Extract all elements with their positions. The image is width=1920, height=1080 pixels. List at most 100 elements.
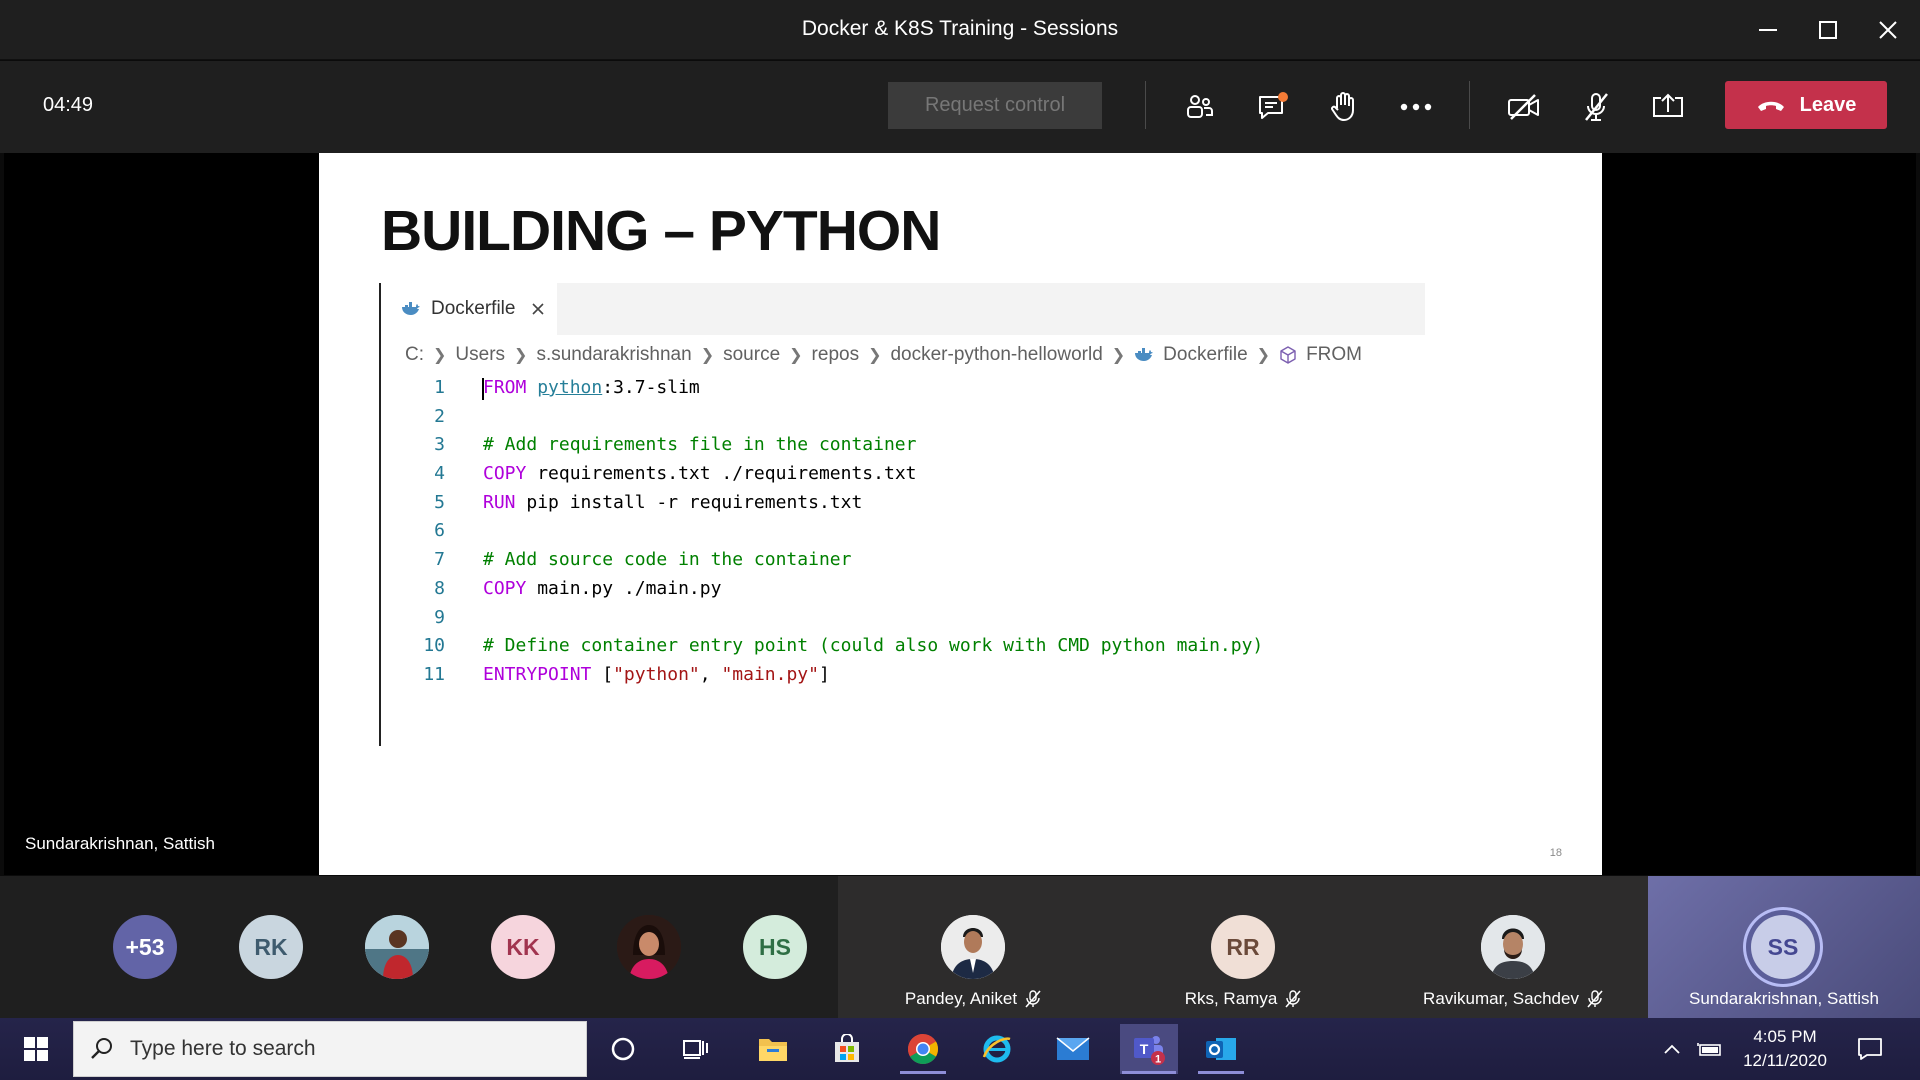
code-line[interactable]: 5 RUN pip install -r requirements.txt [381,489,1425,518]
code-token: "main.py" [721,663,819,685]
participant-tile[interactable]: Pandey, Aniket [838,876,1108,1018]
code-token: pip install -r requirements.txt [515,491,863,513]
raise-hand-button[interactable] [1321,85,1365,129]
chevron-up-icon [1664,1044,1680,1054]
more-options-button[interactable] [1394,85,1438,129]
share-content-button[interactable] [1646,85,1690,129]
avatar[interactable]: KK [491,915,555,979]
taskbar-clock[interactable]: 4:05 PM 12/11/2020 [1730,1025,1840,1073]
mic-toggle-button[interactable] [1574,85,1618,129]
code-token: main.py ./main.py [526,577,722,599]
line-number: 9 [434,606,445,628]
code-line[interactable]: 10 # Define container entry point (could … [381,632,1425,661]
mail-button[interactable] [1048,1024,1098,1074]
breadcrumb-item[interactable]: repos [812,344,860,366]
code-token: COPY [483,463,527,485]
raise-hand-icon [1331,92,1354,121]
code-token: "python" [613,663,700,685]
store-icon [835,1034,859,1062]
camera-toggle-button[interactable] [1502,85,1546,129]
participant-tile[interactable]: Ravikumar, Sachdev [1378,876,1648,1018]
code-line[interactable]: 1 FROM python:3.7-slim [381,374,1425,403]
outlook-icon [1206,1038,1236,1060]
task-view-button[interactable] [670,1024,720,1074]
breadcrumb-item[interactable]: C: [405,344,424,366]
code-text: RUN pip install -r requirements.txt [483,489,862,518]
breadcrumb-item[interactable]: docker-python-helloworld [890,344,1102,366]
leave-label: Leave [1799,93,1857,116]
file-explorer-button[interactable] [748,1024,798,1074]
maximize-button[interactable] [1798,0,1858,60]
profile-photo-icon [1481,915,1545,979]
breadcrumb-item[interactable]: Users [455,344,505,366]
chevron-right-icon: ❯ [1256,347,1271,364]
show-participants-button[interactable] [1177,85,1221,129]
avatar [1481,915,1545,979]
show-conversation-button[interactable] [1251,85,1295,129]
teams-icon: T 1 [1134,1036,1165,1066]
code-token: ] [819,663,830,685]
mail-icon [1056,1037,1090,1060]
teams-button[interactable]: T 1 [1120,1024,1178,1074]
meeting-timer: 04:49 [43,94,94,116]
code-line[interactable]: 4 COPY requirements.txt ./requirements.tx… [381,460,1425,489]
avatar[interactable]: RK [239,915,303,979]
code-line[interactable]: 9 [381,604,1425,633]
battery-status[interactable] [1694,1024,1726,1074]
toolbar-divider [1145,81,1146,129]
line-number: 4 [434,463,445,485]
avatar[interactable]: HS [743,915,807,979]
maximize-icon [1819,21,1837,39]
mic-off-icon [1585,93,1608,121]
code-token: :3.7-slim [602,377,700,398]
chevron-right-icon: ❯ [514,347,528,364]
line-number: 3 [434,434,445,456]
chevron-right-icon: ❯ [433,347,447,364]
chevron-right-icon: ❯ [1111,347,1126,364]
start-button[interactable] [0,1018,72,1080]
running-indicator [1122,1071,1176,1074]
code-token: # Add source code in the container [483,549,852,571]
teams-badge: 1 [1155,1054,1161,1066]
action-center-button[interactable] [1846,1024,1894,1074]
code-line[interactable]: 11 ENTRYPOINT ["python", "main.py"] [381,661,1425,690]
taskbar-search-box[interactable]: Type here to search [73,1021,587,1077]
close-tab-icon[interactable] [531,302,545,316]
code-line[interactable]: 7 # Add source code in the container [381,546,1425,575]
participant-tile-active-speaker[interactable]: SS Sundarakrishnan, Sattish [1648,876,1920,1018]
svg-text:T: T [1140,1041,1149,1057]
chrome-button[interactable] [898,1024,948,1074]
avatar[interactable] [365,915,429,979]
show-hidden-icons-button[interactable] [1656,1024,1688,1074]
line-number: 6 [434,520,445,542]
code-line[interactable]: 3 # Add requirements file in the containe… [381,431,1425,460]
breadcrumb-item[interactable]: Dockerfile [1163,344,1247,366]
microsoft-store-button[interactable] [822,1024,872,1074]
tab-dockerfile[interactable]: Dockerfile [381,283,557,335]
line-number: 5 [434,491,445,513]
code-line[interactable]: 8 COPY main.py ./main.py [381,575,1425,604]
code-token: # Define container entry point (could al… [483,635,1264,657]
close-icon [1879,21,1897,39]
breadcrumb-item[interactable]: s.sundarakrishnan [536,344,691,366]
mic-off-icon [1285,990,1301,1008]
participant-name-row: Rks, Ramya [1108,989,1378,1009]
code-line[interactable]: 2 [381,403,1425,432]
avatar[interactable] [617,915,681,979]
participant-name-row: Pandey, Aniket [838,989,1108,1009]
request-control-button[interactable]: Request control [888,82,1102,129]
minimize-button[interactable] [1738,0,1798,60]
internet-explorer-button[interactable] [972,1024,1022,1074]
leave-button[interactable]: Leave [1725,81,1887,129]
cortana-button[interactable] [598,1024,648,1074]
participant-strip: +53 RK KK HS Pandey, Aniket RR Rks, Ramy… [0,876,1920,1018]
code-line[interactable]: 6 [381,517,1425,546]
more-participants-button[interactable]: +53 [113,915,177,979]
outlook-button[interactable] [1196,1024,1246,1074]
code-area[interactable]: 1 FROM python:3.7-slim 2 3 # Add requirement… [381,374,1425,690]
close-window-button[interactable] [1858,0,1918,60]
breadcrumb-item[interactable]: FROM [1306,344,1362,366]
breadcrumb-item[interactable]: source [723,344,780,366]
code-token: requirements.txt ./requirements.txt [526,463,917,485]
participant-tile[interactable]: RR Rks, Ramya [1108,876,1378,1018]
